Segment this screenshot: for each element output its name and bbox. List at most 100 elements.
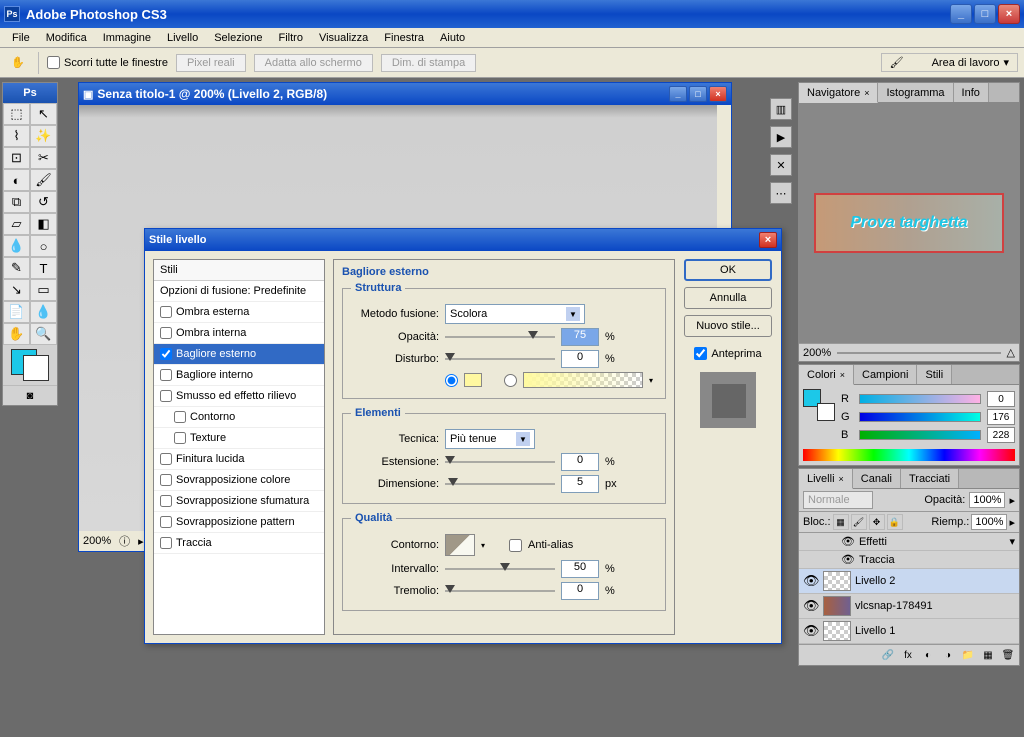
notes-tool[interactable]: 📄 xyxy=(3,301,30,323)
glow-gradient-swatch[interactable] xyxy=(523,372,643,388)
link-layers-icon[interactable]: 🔗 xyxy=(879,647,897,663)
tab-navigatore[interactable]: Navigatore× xyxy=(799,83,878,103)
size-input[interactable]: 5 xyxy=(561,475,599,493)
panel-icon-4[interactable]: ⋯ xyxy=(770,182,792,204)
move-tool-arrow[interactable]: ↖ xyxy=(30,103,57,125)
path-tool[interactable]: ↘ xyxy=(3,279,30,301)
new-style-button[interactable]: Nuovo stile... xyxy=(684,315,772,337)
tab-stili[interactable]: Stili xyxy=(917,365,952,384)
g-value[interactable]: 176 xyxy=(987,409,1015,425)
b-slider[interactable] xyxy=(859,430,981,440)
visibility-icon[interactable]: 👁 xyxy=(841,553,855,566)
type-tool[interactable]: T xyxy=(30,257,57,279)
style-item-2[interactable]: Bagliore esterno xyxy=(154,344,324,365)
size-slider[interactable] xyxy=(445,476,555,492)
menu-modifica[interactable]: Modifica xyxy=(38,30,95,46)
range-slider[interactable] xyxy=(445,561,555,577)
layer-row-0[interactable]: 👁Effetti▾ xyxy=(799,533,1019,551)
zoom-tool[interactable]: 🔍 xyxy=(30,323,57,345)
style-checkbox[interactable] xyxy=(174,411,186,423)
layer-row-2[interactable]: 👁Livello 2 xyxy=(799,569,1019,594)
menu-finestra[interactable]: Finestra xyxy=(376,30,432,46)
style-item-4[interactable]: Smusso ed effetto rilievo xyxy=(154,386,324,407)
doc-minimize-button[interactable]: _ xyxy=(669,86,687,102)
visibility-icon[interactable]: 👁 xyxy=(803,573,819,589)
dim-stampa-button[interactable]: Dim. di stampa xyxy=(381,54,476,72)
spread-input[interactable]: 0 xyxy=(561,453,599,471)
pen-tool[interactable]: ✎ xyxy=(3,257,30,279)
shape-tool[interactable]: ▭ xyxy=(30,279,57,301)
style-item-3[interactable]: Bagliore interno xyxy=(154,365,324,386)
zoom-in-icon[interactable]: △ xyxy=(1007,346,1015,359)
mask-icon[interactable]: ◐ xyxy=(919,647,937,663)
lock-move-icon[interactable]: ✥ xyxy=(869,514,885,530)
layer-row-3[interactable]: 👁vlcsnap-178491 xyxy=(799,594,1019,619)
fx-icon[interactable]: fx xyxy=(899,647,917,663)
style-checkbox[interactable] xyxy=(160,390,172,402)
menu-visualizza[interactable]: Visualizza xyxy=(311,30,376,46)
noise-slider[interactable] xyxy=(445,351,555,367)
slice-tool[interactable]: ✂ xyxy=(30,147,57,169)
style-item-8[interactable]: Sovrapposizione colore xyxy=(154,470,324,491)
r-slider[interactable] xyxy=(859,394,981,404)
noise-input[interactable]: 0 xyxy=(561,350,599,368)
jitter-slider[interactable] xyxy=(445,583,555,599)
style-checkbox[interactable] xyxy=(174,432,186,444)
style-checkbox[interactable] xyxy=(160,453,172,465)
tab-info[interactable]: Info xyxy=(954,83,989,102)
lock-transparent-icon[interactable]: ▦ xyxy=(833,514,849,530)
layer-row-1[interactable]: 👁Traccia xyxy=(799,551,1019,569)
style-item-1[interactable]: Ombra interna xyxy=(154,323,324,344)
color-bg-swatch[interactable] xyxy=(817,403,835,421)
panel-icon-3[interactable]: ✕ xyxy=(770,154,792,176)
style-item-5[interactable]: Contorno xyxy=(154,407,324,428)
lasso-tool[interactable]: ⌇ xyxy=(3,125,30,147)
ok-button[interactable]: OK xyxy=(684,259,772,281)
navigator-preview[interactable]: Prova targhetta xyxy=(799,103,1019,343)
tab-istogramma[interactable]: Istogramma xyxy=(878,83,953,102)
opacity-input[interactable]: 75 xyxy=(561,328,599,346)
zoom-readout[interactable]: 200% xyxy=(83,535,111,547)
dodge-tool[interactable]: ○ xyxy=(30,235,57,257)
tab-livelli[interactable]: Livelli× xyxy=(799,469,853,489)
menu-aiuto[interactable]: Aiuto xyxy=(432,30,473,46)
blend-options-row[interactable]: Opzioni di fusione: Predefinite xyxy=(154,281,324,302)
range-input[interactable]: 50 xyxy=(561,560,599,578)
style-checkbox[interactable] xyxy=(160,327,172,339)
visibility-icon[interactable]: 👁 xyxy=(803,623,819,639)
menu-livello[interactable]: Livello xyxy=(159,30,206,46)
quick-mask-toggle[interactable]: ◙ xyxy=(3,385,57,405)
adjustment-icon[interactable]: ◑ xyxy=(939,647,957,663)
tab-colori[interactable]: Colori× xyxy=(799,365,854,385)
lock-paint-icon[interactable]: 🖌 xyxy=(851,514,867,530)
antialias-checkbox[interactable] xyxy=(509,539,522,552)
doc-maximize-button[interactable]: □ xyxy=(689,86,707,102)
hand-tool-icon[interactable]: ✋ xyxy=(6,53,30,73)
layer-thumbnail[interactable] xyxy=(823,596,851,616)
layer-thumbnail[interactable] xyxy=(823,621,851,641)
r-value[interactable]: 0 xyxy=(987,391,1015,407)
minimize-button[interactable]: _ xyxy=(950,4,972,24)
style-item-7[interactable]: Finitura lucida xyxy=(154,449,324,470)
doc-close-button[interactable]: × xyxy=(709,86,727,102)
style-checkbox[interactable] xyxy=(160,348,172,360)
panel-icon-1[interactable]: ▥ xyxy=(770,98,792,120)
style-item-0[interactable]: Ombra esterna xyxy=(154,302,324,323)
contour-swatch[interactable] xyxy=(445,534,475,556)
gradient-tool[interactable]: ◧ xyxy=(30,213,57,235)
color-radio[interactable] xyxy=(445,374,458,387)
fill-value[interactable]: 100% xyxy=(971,514,1007,530)
style-item-6[interactable]: Texture xyxy=(154,428,324,449)
folder-icon[interactable]: 📁 xyxy=(959,647,977,663)
blur-tool[interactable]: 💧 xyxy=(3,235,30,257)
preview-checkbox[interactable] xyxy=(694,347,707,360)
trash-icon[interactable]: 🗑 xyxy=(999,647,1017,663)
background-swatch[interactable] xyxy=(23,355,49,381)
layer-row-4[interactable]: 👁Livello 1 xyxy=(799,619,1019,644)
tab-canali[interactable]: Canali xyxy=(853,469,901,488)
opacity-slider[interactable] xyxy=(445,329,555,345)
close-button[interactable]: × xyxy=(998,4,1020,24)
g-slider[interactable] xyxy=(859,412,981,422)
style-checkbox[interactable] xyxy=(160,537,172,549)
gradient-radio[interactable] xyxy=(504,374,517,387)
